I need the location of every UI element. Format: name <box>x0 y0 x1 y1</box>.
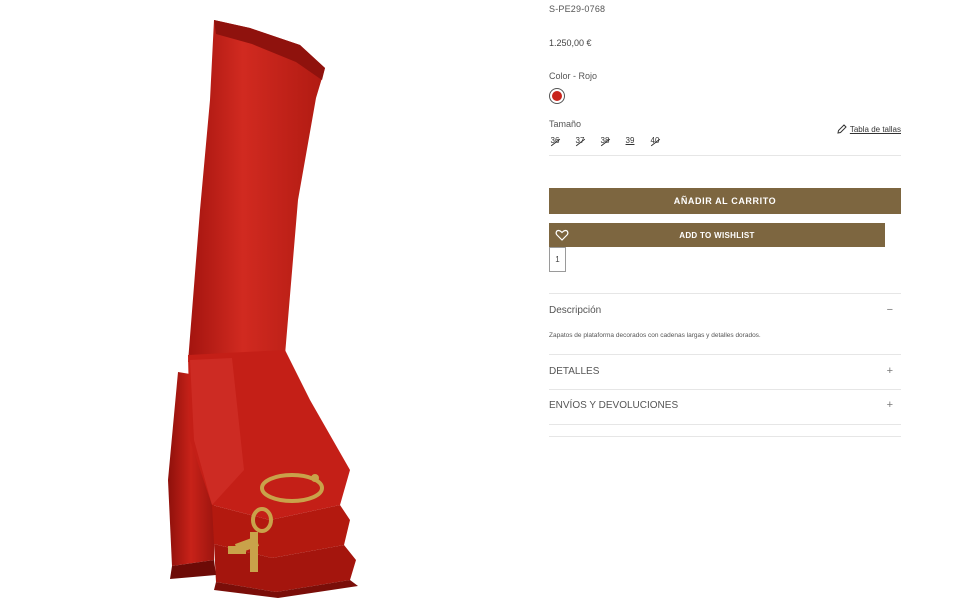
color-label: Color - Rojo <box>549 71 598 81</box>
divider <box>549 389 901 390</box>
add-to-wishlist-label: ADD TO WISHLIST <box>679 230 755 240</box>
description-accordion-title[interactable]: Descripción <box>549 305 601 316</box>
size-option[interactable]: 36 <box>549 136 561 145</box>
divider <box>549 354 901 355</box>
size-options: 36 37 38 39 40 <box>549 136 661 145</box>
shipping-accordion-title[interactable]: ENVÍOS Y DEVOLUCIONES <box>549 400 678 411</box>
expand-icon[interactable]: + <box>887 399 893 411</box>
add-to-wishlist-button[interactable]: ADD TO WISHLIST <box>549 223 885 247</box>
heart-icon <box>555 229 569 241</box>
size-option[interactable]: 39 <box>624 136 636 145</box>
expand-icon[interactable]: + <box>887 365 893 377</box>
size-option[interactable]: 40 <box>649 136 661 145</box>
divider <box>549 436 901 437</box>
product-sku: S-PE29-0768 <box>549 4 606 14</box>
size-label: Tamaño <box>549 119 582 129</box>
size-option[interactable]: 37 <box>574 136 586 145</box>
divider <box>549 293 901 294</box>
description-text: Zapatos de plataforma decorados con cade… <box>549 332 761 339</box>
size-option[interactable]: 38 <box>599 136 611 145</box>
red-platform-boot-illustration <box>168 20 358 598</box>
quantity-input[interactable]: 1 <box>549 247 566 272</box>
product-info-panel: S-PE29-0768 1.250,00 € Color - Rojo Tama… <box>549 0 901 605</box>
color-swatch-dot <box>552 91 562 101</box>
divider <box>549 155 901 156</box>
details-accordion-title[interactable]: DETALLES <box>549 366 599 377</box>
size-guide-label: Tabla de tallas <box>849 124 901 134</box>
pencil-icon <box>837 124 847 134</box>
product-image[interactable] <box>0 0 545 605</box>
add-to-cart-button[interactable]: AÑADIR AL CARRITO <box>549 188 901 214</box>
color-swatch-rojo[interactable] <box>549 88 565 104</box>
collapse-icon[interactable]: − <box>887 304 893 316</box>
product-price: 1.250,00 € <box>549 38 592 48</box>
size-guide-link[interactable]: Tabla de tallas <box>837 124 901 134</box>
divider <box>549 424 901 425</box>
